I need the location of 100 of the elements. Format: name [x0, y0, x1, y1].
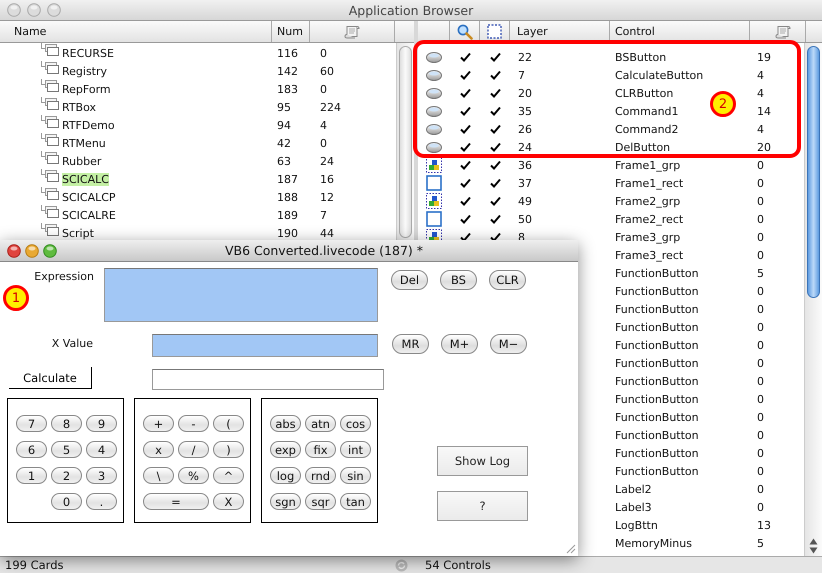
keypad-key[interactable]: log — [270, 467, 301, 484]
script-icon[interactable] — [344, 24, 360, 39]
keypad-key[interactable]: x — [143, 441, 174, 458]
control-name[interactable]: BSButton — [615, 50, 666, 64]
check-icon[interactable] — [490, 88, 500, 98]
scroll-thumb[interactable] — [399, 46, 412, 238]
control-name[interactable]: Frame2_rect — [615, 212, 684, 226]
keypad-key[interactable]: 9 — [86, 415, 117, 432]
check-icon[interactable] — [490, 106, 500, 116]
column-header[interactable]: Name — [0, 21, 272, 42]
check-icon[interactable] — [490, 124, 500, 134]
check-icon[interactable] — [460, 196, 470, 206]
card-name[interactable]: RepForm — [62, 82, 111, 96]
keypad-key[interactable]: = — [143, 493, 209, 510]
keypad-key[interactable]: cos — [340, 415, 371, 432]
control-name[interactable]: CalculateButton — [615, 68, 704, 82]
keypad-key[interactable]: 7 — [16, 415, 47, 432]
control-name[interactable]: FunctionButton — [615, 266, 699, 280]
check-icon[interactable] — [460, 160, 470, 170]
column-header[interactable]: Layer — [510, 21, 610, 42]
check-icon[interactable] — [460, 178, 470, 188]
keypad-key[interactable]: ( — [213, 415, 244, 432]
result-field[interactable] — [152, 369, 384, 390]
keypad-key[interactable]: sgn — [270, 493, 301, 510]
check-icon[interactable] — [490, 178, 500, 188]
zoom-button[interactable] — [43, 244, 57, 258]
card-name[interactable]: RECURSE — [62, 46, 114, 60]
keypad-key[interactable]: 6 — [16, 441, 47, 458]
control-name[interactable]: FunctionButton — [615, 356, 699, 370]
check-icon[interactable] — [490, 160, 500, 170]
card-name[interactable]: SCICALCP — [62, 190, 116, 204]
control-name[interactable]: FunctionButton — [615, 446, 699, 460]
card-name[interactable]: SCICALC — [62, 172, 109, 186]
control-name[interactable]: Frame2_grp — [615, 194, 680, 208]
check-icon[interactable] — [490, 52, 500, 62]
control-name[interactable]: FunctionButton — [615, 374, 699, 388]
keypad-key[interactable]: + — [143, 415, 174, 432]
scroll-up-arrow[interactable] — [809, 538, 818, 545]
control-name[interactable]: FunctionButton — [615, 464, 699, 478]
keypad-key[interactable]: abs — [270, 415, 301, 432]
keypad-key[interactable]: sqr — [305, 493, 336, 510]
memory-button[interactable]: M− — [490, 334, 527, 354]
side-button[interactable]: Show Log — [437, 446, 528, 476]
keypad-key[interactable]: rnd — [305, 467, 336, 484]
close-button[interactable] — [7, 244, 21, 258]
keypad-key[interactable]: 8 — [51, 415, 82, 432]
column-header[interactable]: Num — [272, 21, 310, 42]
keypad-key[interactable]: 5 — [51, 441, 82, 458]
control-name[interactable]: MemoryMinus — [615, 536, 692, 550]
check-icon[interactable] — [460, 124, 470, 134]
selection-icon[interactable] — [487, 24, 502, 39]
scroll-down-arrow[interactable] — [809, 547, 818, 554]
check-icon[interactable] — [490, 232, 500, 242]
keypad-key[interactable]: ^ — [213, 467, 244, 484]
scroll-thumb[interactable] — [807, 46, 820, 298]
keypad-key[interactable]: . — [86, 493, 117, 510]
check-icon[interactable] — [460, 70, 470, 80]
control-name[interactable]: Frame3_rect — [615, 248, 684, 262]
keypad-key[interactable]: % — [178, 467, 209, 484]
card-name[interactable]: Rubber — [62, 154, 102, 168]
memory-button[interactable]: M+ — [441, 334, 478, 354]
control-name[interactable]: Frame3_grp — [615, 230, 680, 244]
keypad-key[interactable]: 0 — [51, 493, 82, 510]
keypad-key[interactable]: fix — [305, 441, 336, 458]
keypad-key[interactable]: int — [340, 441, 371, 458]
control-name[interactable]: Command1 — [615, 104, 679, 118]
check-icon[interactable] — [460, 106, 470, 116]
check-icon[interactable] — [490, 142, 500, 152]
check-icon[interactable] — [490, 70, 500, 80]
keypad-key[interactable]: 4 — [86, 441, 117, 458]
control-name[interactable]: Command2 — [615, 122, 679, 136]
script-icon[interactable] — [775, 24, 791, 39]
check-icon[interactable] — [490, 196, 500, 206]
keypad-key[interactable]: \ — [143, 467, 174, 484]
keypad-key[interactable]: atn — [305, 415, 336, 432]
keypad-key[interactable]: X — [213, 493, 244, 510]
check-icon[interactable] — [460, 214, 470, 224]
card-name[interactable]: Registry — [62, 64, 108, 78]
calculate-button[interactable]: Calculate — [9, 367, 92, 389]
control-name[interactable]: FunctionButton — [615, 428, 699, 442]
keypad-key[interactable]: exp — [270, 441, 301, 458]
keypad-key[interactable]: sin — [340, 467, 371, 484]
check-icon[interactable] — [460, 142, 470, 152]
keypad-key[interactable]: / — [178, 441, 209, 458]
resize-grip[interactable] — [565, 543, 576, 554]
x-value-field[interactable] — [152, 334, 378, 357]
column-header[interactable]: Control — [610, 21, 750, 42]
minimize-button[interactable] — [25, 244, 39, 258]
keypad-key[interactable]: - — [178, 415, 209, 432]
check-icon[interactable] — [460, 52, 470, 62]
control-name[interactable]: Label2 — [615, 482, 652, 496]
expression-field[interactable] — [104, 268, 378, 322]
keypad-key[interactable]: 3 — [86, 467, 117, 484]
edit-button[interactable]: CLR — [489, 270, 526, 290]
check-icon[interactable] — [490, 214, 500, 224]
keypad-key[interactable]: 1 — [16, 467, 47, 484]
side-button[interactable]: ? — [437, 491, 528, 521]
control-name[interactable]: FunctionButton — [615, 338, 699, 352]
card-name[interactable]: Script — [62, 226, 94, 240]
keypad-key[interactable]: ) — [213, 441, 244, 458]
